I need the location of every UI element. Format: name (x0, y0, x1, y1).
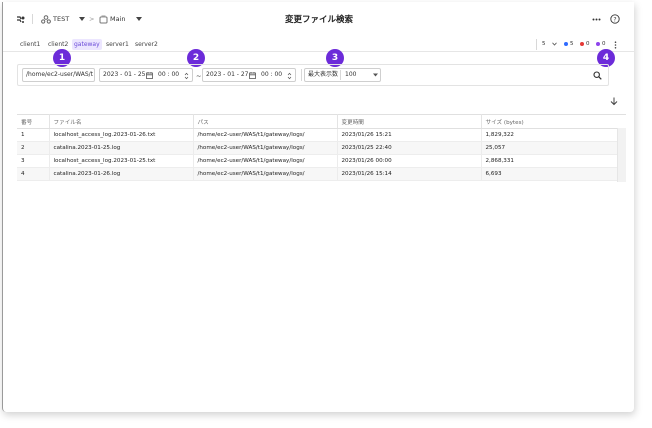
cell-size: 6,693 (481, 167, 626, 181)
tab-client1[interactable]: client1 (18, 39, 42, 50)
status-active-count: 5 (570, 41, 574, 47)
chevron-down-icon[interactable] (551, 41, 557, 47)
status-other-count: 0 (602, 41, 606, 47)
path-input[interactable]: /home/ec2-user/WAS/t (22, 68, 95, 82)
cell-number: 4 (17, 167, 50, 181)
status-dot-blue (564, 41, 568, 46)
table-row[interactable]: 4 catalina.2023-01-26.log /home/ec2-user… (17, 167, 626, 181)
app-window: TEST > Main 変更ファイル検索 ? client1 client2 g… (2, 2, 635, 412)
server-count[interactable]: 5 (542, 41, 546, 47)
cell-path: /home/ec2-user/WAS/t1/gateway/logs/ (193, 167, 338, 181)
server-tabs: client1 client2 gateway server1 server2 … (3, 37, 635, 52)
results-table: 番号 ファイル名 パス 変更時間 サイズ (bytes) 1 localhost… (17, 114, 626, 181)
cell-number: 1 (17, 128, 50, 142)
help-icon[interactable]: ? (610, 14, 620, 24)
cell-modified-time: 2023/01/25 22:40 (337, 141, 482, 155)
cell-filename: localhost_access_log.2023-01-26.txt (49, 128, 194, 142)
divider (536, 39, 537, 50)
max-display-value[interactable]: 100 (345, 69, 356, 81)
time-stepper-icon[interactable] (286, 71, 292, 80)
from-time[interactable]: 00 : 00 (158, 69, 179, 81)
tab-server2[interactable]: server2 (133, 39, 160, 50)
cell-filename: catalina.2023-01-26.log (49, 167, 194, 181)
cell-number: 2 (17, 141, 50, 155)
from-date[interactable]: 2023 - 01 - 25 (103, 69, 146, 81)
table-row[interactable]: 2 catalina.2023-01-25.log /home/ec2-user… (17, 141, 626, 155)
tab-gateway[interactable]: gateway (72, 39, 102, 50)
calendar-icon[interactable] (145, 71, 153, 79)
more-options-icon[interactable] (591, 14, 601, 24)
column-header-size[interactable]: サイズ (bytes) (481, 114, 626, 129)
top-bar: TEST > Main 変更ファイル検索 ? (3, 2, 635, 36)
status-dot-purple (596, 41, 600, 46)
from-datetime-field[interactable]: 2023 - 01 - 25 00 : 00 (99, 68, 193, 82)
cell-modified-time: 2023/01/26 15:21 (337, 128, 482, 142)
cell-modified-time: 2023/01/26 00:00 (337, 154, 482, 168)
column-header-path[interactable]: パス (193, 114, 338, 129)
cell-size: 25,057 (481, 141, 626, 155)
max-display-label: 最大表示数 (308, 71, 339, 78)
status-active: 5 (564, 41, 574, 47)
table-header-row: 番号 ファイル名 パス 変更時間 サイズ (bytes) (17, 114, 626, 129)
range-separator: ~ (196, 72, 202, 80)
column-header-filename[interactable]: ファイル名 (49, 114, 194, 129)
page-title: 変更ファイル検索 (284, 15, 353, 25)
cell-path: /home/ec2-user/WAS/t1/gateway/logs/ (193, 141, 338, 155)
status-error-count: 0 (586, 41, 590, 47)
cell-modified-time: 2023/01/26 15:14 (337, 167, 482, 181)
table-row[interactable]: 1 localhost_access_log.2023-01-26.txt /h… (17, 128, 626, 142)
filter-bar: /home/ec2-user/WAS/t 2023 - 01 - 25 00 :… (17, 64, 609, 86)
column-header-modified-time[interactable]: 変更時間 (337, 114, 482, 129)
status-error: 0 (580, 41, 590, 47)
status-dot-red (580, 41, 584, 46)
to-time[interactable]: 00 : 00 (261, 69, 282, 81)
time-stepper-icon[interactable] (183, 71, 189, 80)
kebab-menu-icon[interactable] (612, 40, 618, 49)
status-other: 0 (596, 41, 606, 47)
table-row[interactable]: 3 localhost_access_log.2023-01-25.txt /h… (17, 154, 626, 168)
chevron-down-icon[interactable] (372, 72, 378, 78)
to-date[interactable]: 2023 - 01 - 27 (206, 69, 249, 81)
download-icon[interactable] (609, 96, 619, 106)
table-scrollbar[interactable] (617, 128, 626, 182)
cell-path: /home/ec2-user/WAS/t1/gateway/logs/ (193, 154, 338, 168)
search-icon[interactable] (592, 70, 602, 80)
tab-server1[interactable]: server1 (104, 39, 131, 50)
cell-filename: catalina.2023-01-25.log (49, 141, 194, 155)
to-datetime-field[interactable]: 2023 - 01 - 27 00 : 00 (202, 68, 296, 82)
tab-client2[interactable]: client2 (46, 39, 70, 50)
cell-size: 2,868,331 (481, 154, 626, 168)
divider (340, 70, 341, 80)
cell-path: /home/ec2-user/WAS/t1/gateway/logs/ (193, 128, 338, 142)
divider (301, 69, 302, 81)
cell-filename: localhost_access_log.2023-01-25.txt (49, 154, 194, 168)
cell-size: 1,829,322 (481, 128, 626, 142)
svg-text:?: ? (613, 16, 616, 23)
max-display-select[interactable]: 最大表示数 100 (304, 68, 381, 82)
column-header-number[interactable]: 番号 (17, 114, 50, 129)
cell-number: 3 (17, 154, 50, 168)
calendar-icon[interactable] (248, 71, 256, 79)
